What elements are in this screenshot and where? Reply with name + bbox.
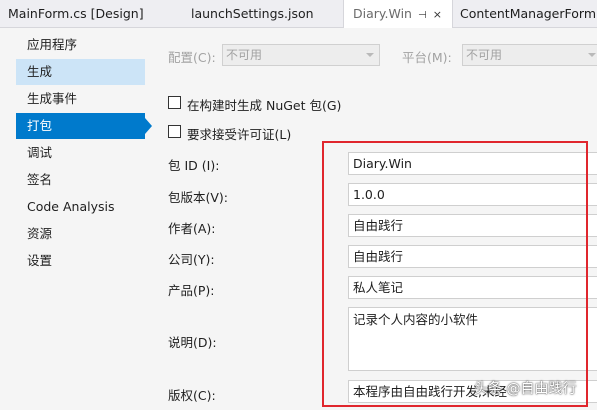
- sidebar-item-build[interactable]: 生成: [16, 59, 145, 85]
- sidebar-item-label: 应用程序: [27, 37, 78, 52]
- selected-item-arrow-icon: [145, 118, 152, 134]
- require-license-checkbox[interactable]: [168, 125, 181, 138]
- package-settings-panel: 配置(C): 不可用 平台(M): 不可用 在构建时生成 NuGet 包(G) …: [152, 28, 597, 410]
- sidebar-item-debug[interactable]: 调试: [16, 140, 145, 166]
- sidebar-item-label: 生成事件: [27, 91, 78, 106]
- tab-contentmanagerform[interactable]: ContentManagerForm.cs: [460, 0, 597, 28]
- chevron-down-icon: [588, 53, 596, 57]
- pin-icon[interactable]: ⊣: [418, 10, 427, 21]
- close-icon[interactable]: ×: [433, 8, 442, 21]
- tab-diary-win[interactable]: Diary.Win ⊣ ×: [343, 0, 453, 28]
- sidebar-item-label: 设置: [27, 253, 53, 268]
- configuration-select[interactable]: 不可用: [222, 44, 380, 66]
- sidebar-item-label: 签名: [27, 172, 53, 187]
- tab-launchsettings[interactable]: launchSettings.json: [191, 0, 331, 28]
- sidebar-item-package[interactable]: 打包: [16, 113, 145, 139]
- sidebar-item-resources[interactable]: 资源: [16, 221, 145, 247]
- tab-mainform-design[interactable]: MainForm.cs [Design]: [8, 0, 168, 28]
- sidebar-item-label: 打包: [27, 118, 53, 133]
- package-id-label: 包 ID (I):: [168, 158, 220, 173]
- tab-label: ContentManagerForm.cs: [460, 6, 597, 21]
- tab-label: launchSettings.json: [191, 6, 314, 21]
- chevron-down-icon: [366, 53, 374, 57]
- sidebar-item-settings[interactable]: 设置: [16, 248, 145, 274]
- platform-label: 平台(M):: [402, 50, 452, 65]
- platform-value: 不可用: [466, 48, 503, 62]
- highlight-annotation-box: [322, 141, 588, 407]
- sidebar-item-build-events[interactable]: 生成事件: [16, 86, 145, 112]
- sidebar-item-application[interactable]: 应用程序: [16, 32, 145, 58]
- authors-label: 作者(A):: [168, 221, 216, 236]
- tab-label: Diary.Win: [353, 6, 412, 21]
- copyright-label: 版权(C):: [168, 388, 216, 403]
- sidebar-item-label: 资源: [27, 226, 53, 241]
- product-label: 产品(P):: [168, 283, 215, 298]
- sidebar-item-signing[interactable]: 签名: [16, 167, 145, 193]
- build-nuget-checkbox[interactable]: [168, 96, 181, 109]
- package-version-label: 包版本(V):: [168, 190, 229, 205]
- description-label: 说明(D):: [168, 335, 217, 350]
- require-license-label: 要求接受许可证(L): [187, 127, 292, 142]
- tab-label: MainForm.cs [Design]: [8, 6, 144, 21]
- configuration-value: 不可用: [226, 48, 263, 62]
- document-tab-bar: MainForm.cs [Design] launchSettings.json…: [0, 0, 597, 28]
- sidebar-item-code-analysis[interactable]: Code Analysis: [16, 194, 145, 220]
- property-pages-sidebar: 应用程序 生成 生成事件 打包 调试 签名 Code Analysis 资源 设…: [0, 28, 150, 410]
- watermark-text: 头条 @自由践行: [474, 381, 577, 397]
- company-label: 公司(Y):: [168, 252, 215, 267]
- sidebar-item-label: 调试: [27, 145, 53, 160]
- sidebar-item-label: 生成: [27, 64, 53, 79]
- build-nuget-label: 在构建时生成 NuGet 包(G): [187, 98, 342, 113]
- platform-select[interactable]: 不可用: [462, 44, 597, 66]
- sidebar-item-label: Code Analysis: [27, 199, 115, 214]
- configuration-label: 配置(C):: [168, 50, 216, 65]
